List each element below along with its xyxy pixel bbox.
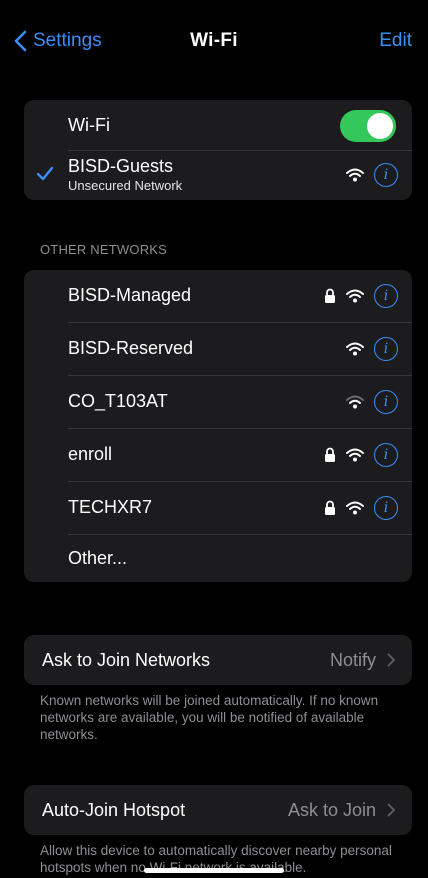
wifi-signal-icon xyxy=(346,289,364,303)
ask-to-join-label: Ask to Join Networks xyxy=(42,650,211,670)
checkmark-icon xyxy=(36,166,54,181)
network-name: TECHXR7 xyxy=(68,497,153,517)
wifi-toggle-row: Wi-Fi xyxy=(24,100,412,152)
connected-network-row[interactable]: BISD-Guests Unsecured Network i xyxy=(24,150,412,200)
network-name: CO_T103AT xyxy=(68,391,168,411)
lock-icon xyxy=(325,447,335,462)
network-row[interactable]: BISD-Managed i xyxy=(24,270,412,322)
wifi-group: Wi-Fi BISD-Guests Unsecured Network i xyxy=(24,100,412,200)
network-row[interactable]: CO_T103AT i xyxy=(24,376,412,428)
page-title: Wi-Fi xyxy=(190,30,238,51)
auto-join-label: Auto-Join Hotspot xyxy=(42,800,186,820)
chevron-right-icon xyxy=(387,653,395,667)
info-icon[interactable]: i xyxy=(374,443,398,467)
auto-join-hotspot-row[interactable]: Auto-Join Hotspot Ask to Join xyxy=(24,785,412,835)
wifi-toggle-switch[interactable] xyxy=(340,110,396,142)
network-name: enroll xyxy=(68,444,113,464)
navigation-bar: Settings Wi-Fi Edit xyxy=(0,0,428,80)
wifi-signal-icon xyxy=(346,168,364,182)
network-name: BISD-Managed xyxy=(68,285,192,305)
lock-icon xyxy=(325,288,335,303)
toggle-knob xyxy=(367,113,393,139)
wifi-signal-icon xyxy=(346,448,364,462)
other-networks-group: BISD-Managed i BISD-Reserved i CO_T103AT… xyxy=(24,270,412,582)
info-icon[interactable]: i xyxy=(374,163,398,187)
connected-network-name: BISD-Guests xyxy=(68,156,174,176)
wifi-toggle-label: Wi-Fi xyxy=(68,115,110,135)
network-row[interactable]: BISD-Reserved i xyxy=(24,323,412,375)
other-network-label: Other... xyxy=(68,548,128,568)
info-icon[interactable]: i xyxy=(374,390,398,414)
info-icon[interactable]: i xyxy=(374,337,398,361)
wifi-signal-icon xyxy=(346,342,364,356)
wifi-weak-signal-icon xyxy=(346,395,364,409)
auto-join-value: Ask to Join xyxy=(287,800,376,820)
ask-to-join-footnote: Known networks will be joined automatica… xyxy=(40,693,379,742)
info-icon[interactable]: i xyxy=(374,284,398,308)
home-indicator xyxy=(144,868,284,873)
other-network-row[interactable]: Other... xyxy=(24,535,412,582)
network-name: BISD-Reserved xyxy=(68,338,194,358)
ask-to-join-value: Notify xyxy=(329,650,376,670)
chevron-right-icon xyxy=(387,803,395,817)
other-networks-header: OTHER NETWORKS xyxy=(40,242,168,257)
connected-network-subtitle: Unsecured Network xyxy=(68,178,183,193)
info-icon[interactable]: i xyxy=(374,496,398,520)
network-row[interactable]: TECHXR7 i xyxy=(24,482,412,534)
edit-button[interactable]: Edit xyxy=(379,30,412,52)
network-row[interactable]: enroll i xyxy=(24,429,412,481)
lock-icon xyxy=(325,500,335,515)
ask-to-join-row[interactable]: Ask to Join Networks Notify xyxy=(24,635,412,685)
wifi-signal-icon xyxy=(346,501,364,515)
